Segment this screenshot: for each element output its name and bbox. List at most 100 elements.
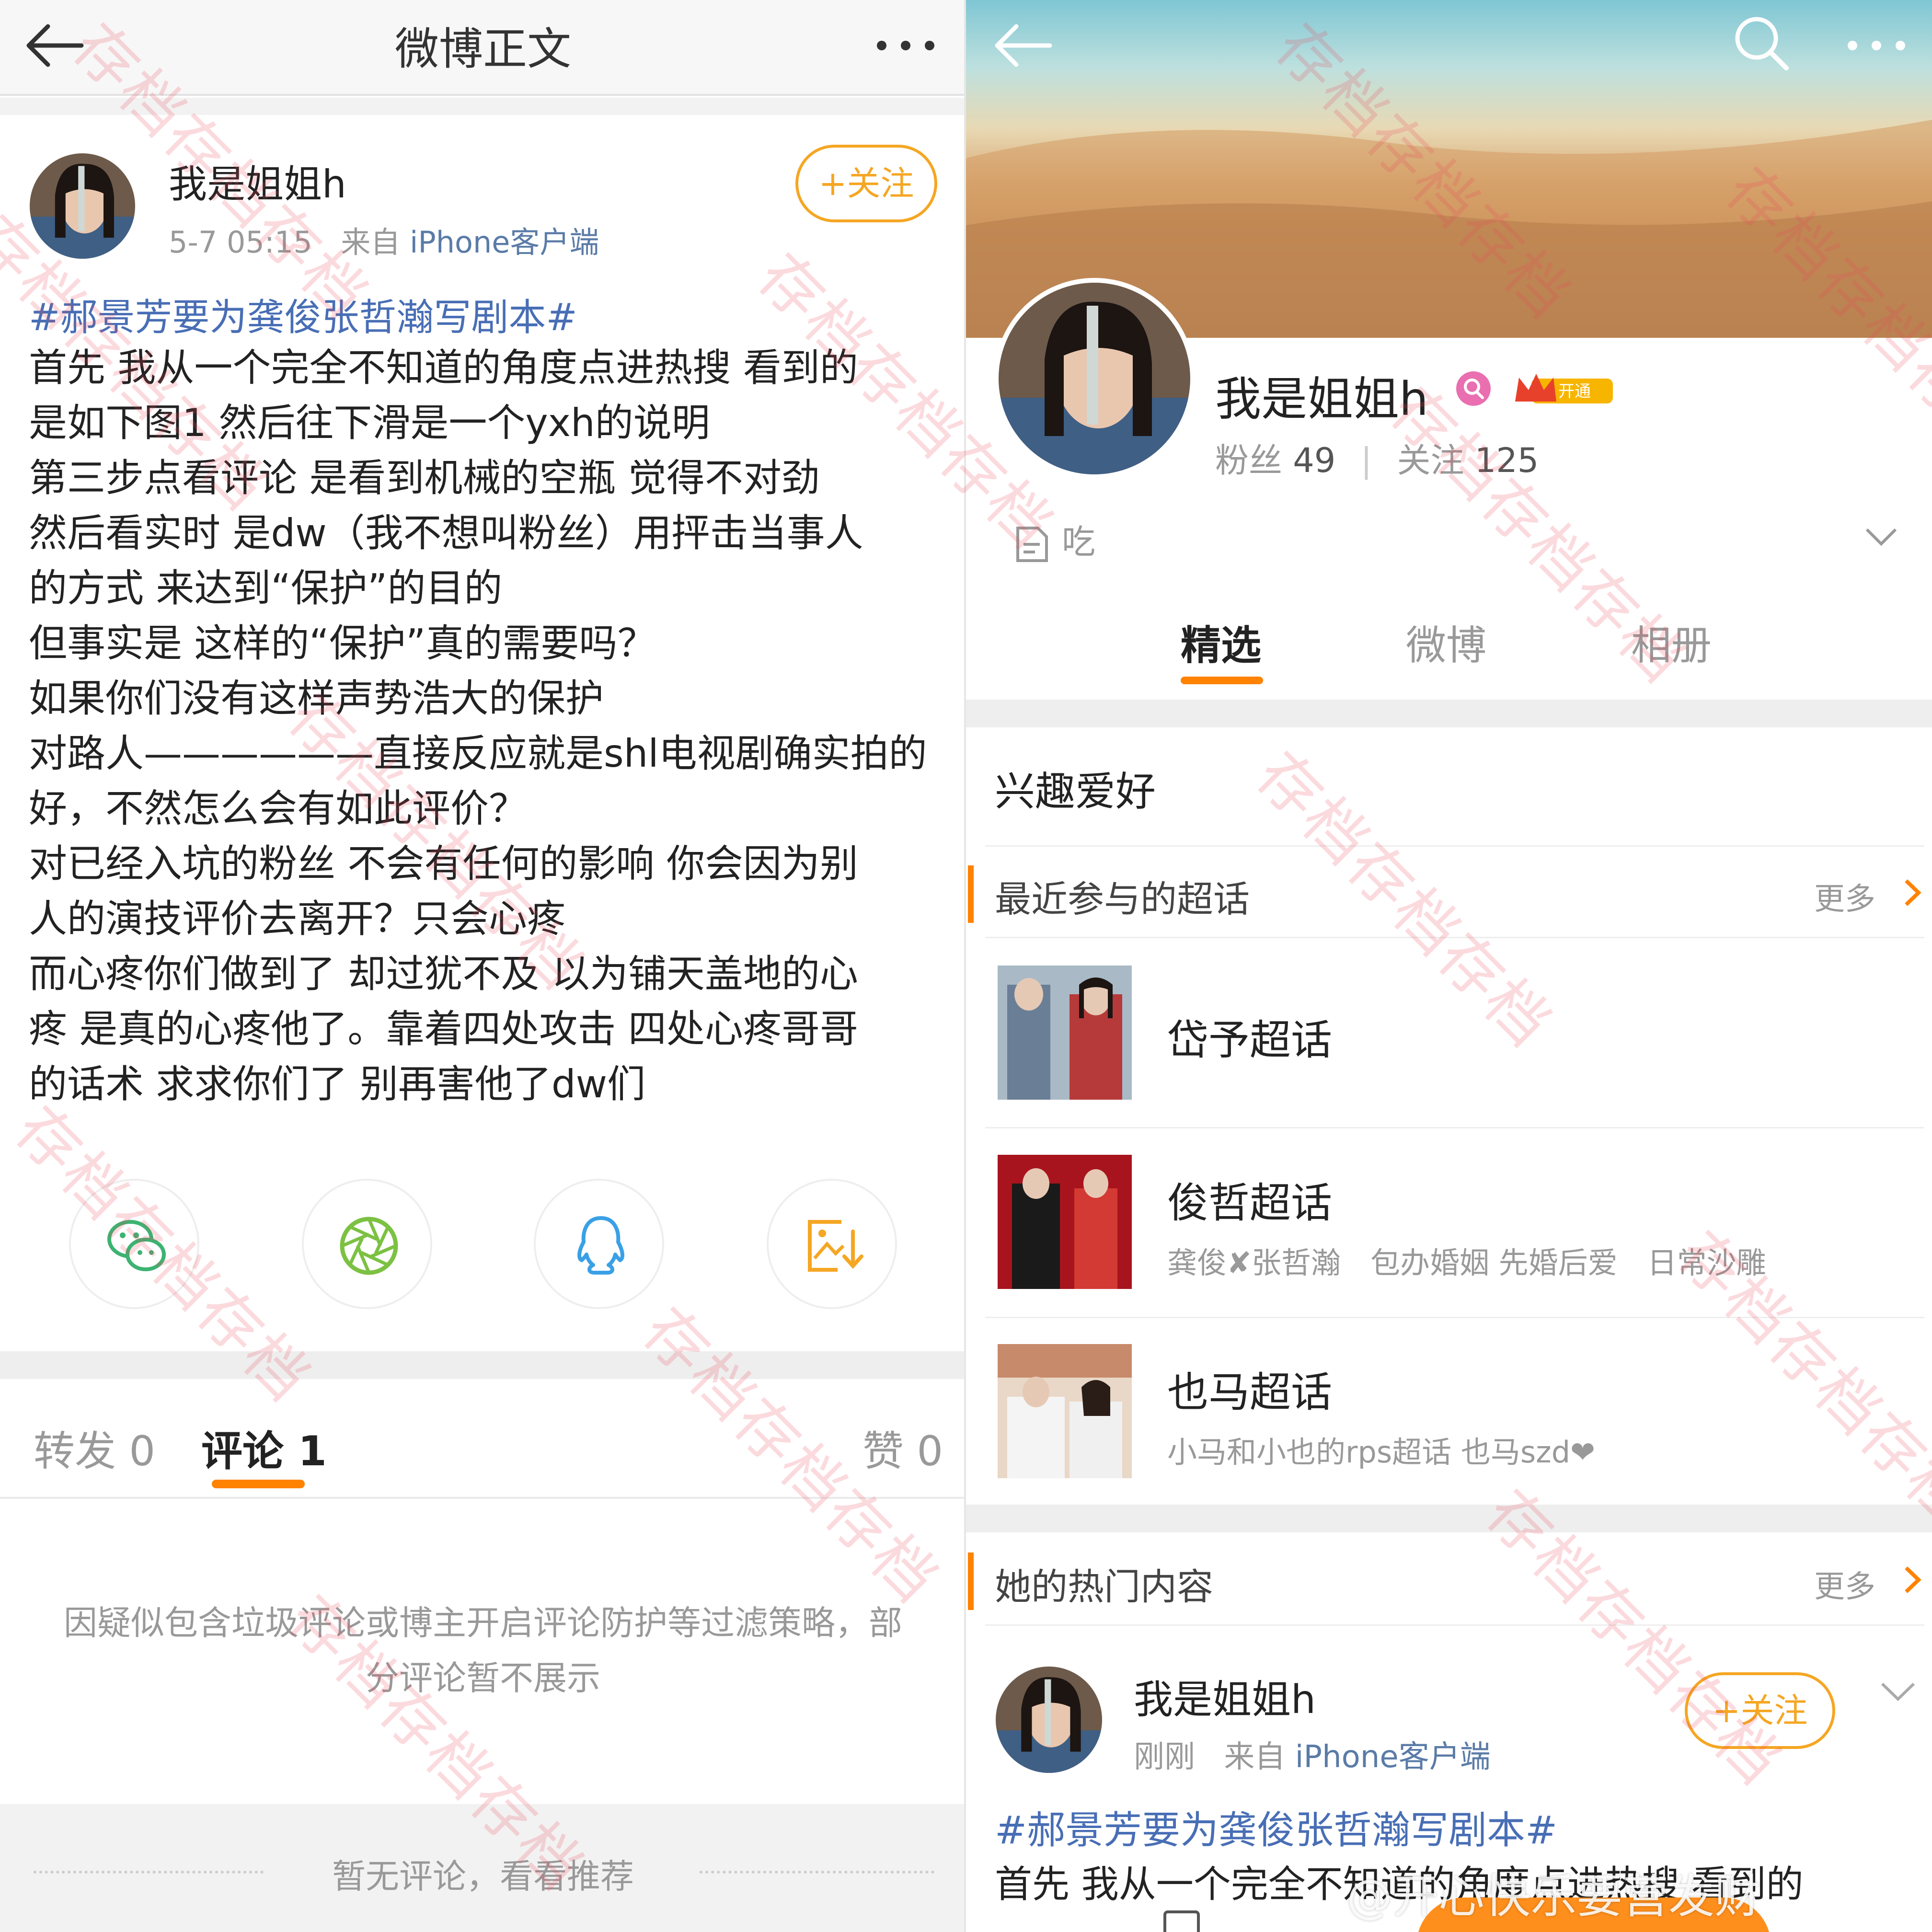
tab-reposts[interactable]: 转发 0 [34, 1417, 155, 1477]
weibo-profile-screen: 我是姐姐h 开通 粉丝 49 | 关注 125 吃 精选 微博 相册 兴趣爱好 … [966, 0, 1932, 1932]
supertopic-desc: 小马和小也的rps超话 也马szd❤ [1167, 1435, 1596, 1470]
filter-notice-line: 分评论暂不展示 [366, 1658, 600, 1698]
chevron-right-icon[interactable] [1900, 876, 1924, 909]
filter-notice: 因疑似包含垃圾评论或博主开启评论防护等过滤策略，部 分评论暂不展示 [0, 1596, 966, 1706]
divider [985, 845, 1924, 847]
hashtag-link[interactable]: #郝景芳要为龚俊张哲瀚写剧本# [995, 1799, 1557, 1855]
section-divider [0, 98, 966, 115]
follow-button[interactable]: +关注 [1685, 1672, 1835, 1749]
post-body-line: 对已经入坑的粉丝 不会有任何的影响 你会因为别 [29, 841, 858, 886]
tab-likes[interactable]: 赞 0 [862, 1417, 943, 1477]
post-body-line: 第三步点看评论 是看到机械的空瓶 觉得不对劲 [29, 456, 820, 500]
moments-icon [335, 1212, 402, 1279]
post-body-line: 而心疼你们做到了 却过犹不及 以为铺天盖地的心 [29, 952, 858, 996]
author-name[interactable]: 我是姐姐h [169, 153, 346, 209]
share-moments-button[interactable] [302, 1179, 432, 1309]
fans-label[interactable]: 粉丝 [1215, 441, 1282, 480]
post-body-line: 好，不然怎么会有如此评价？ [29, 786, 527, 831]
active-tab-indicator [1181, 677, 1263, 684]
compose-icon[interactable] [1155, 1902, 1213, 1932]
section-divider [966, 1505, 1932, 1532]
tab-featured[interactable]: 精选 [1181, 613, 1261, 671]
following-label[interactable]: 关注 [1397, 441, 1464, 480]
post-time: 5-7 05:15 [169, 225, 312, 260]
post-body-line: 疼 是真的心疼他了。靠着四处攻击 四处心疼哥哥 [29, 1007, 858, 1051]
hashtag-link[interactable]: #郝景芳要为龚俊张哲瀚写剧本# [29, 288, 577, 341]
chevron-down-icon[interactable] [1876, 1677, 1920, 1706]
profile-name: 我是姐姐h [1215, 372, 1428, 426]
chevron-down-icon[interactable] [1862, 522, 1900, 551]
supertopic-thumbnail[interactable] [998, 966, 1132, 1100]
supertopic-name[interactable]: 俊哲超话 [1167, 1169, 1332, 1229]
divider [985, 937, 1924, 938]
supertopics-title: 最近参与的超话 [995, 878, 1250, 920]
profile-tabs: 精选 微博 相册 [966, 594, 1932, 700]
wechat-icon [103, 1212, 170, 1279]
post-body-line: 如果你们没有这样声势浩大的保护 [29, 676, 604, 721]
divider [985, 1624, 1924, 1626]
post-source[interactable]: iPhone客户端 [1295, 1739, 1491, 1775]
author-name[interactable]: 我是姐姐h [1134, 1668, 1316, 1725]
supertopic-name[interactable]: 岱予超话 [1167, 1006, 1332, 1066]
supertopic-desc: 龚俊✘张哲瀚 包办婚姻 先婚后爱 日常沙雕 [1167, 1245, 1766, 1280]
share-qq-button[interactable] [534, 1179, 664, 1309]
following-count[interactable]: 125 [1475, 441, 1539, 480]
source-prefix: 来自 [341, 225, 401, 260]
vip-badge-label: 开通 [1558, 382, 1591, 401]
follow-button[interactable]: +关注 [795, 145, 937, 222]
interaction-tabs: 转发 0 评论 1 赞 0 [0, 1379, 966, 1499]
post-body-line: 人的演技评价去离开？只会心疼 [29, 897, 565, 941]
search-icon[interactable] [1728, 10, 1795, 77]
post-body-line: 的话术 求求你们了 别再害他了dw们 [29, 1062, 646, 1106]
interest-badge-icon[interactable] [1455, 370, 1492, 407]
post-source[interactable]: iPhone客户端 [410, 225, 599, 260]
stats-separator: | [1360, 441, 1372, 480]
tab-comments[interactable]: 评论 1 [201, 1417, 327, 1477]
bio-document-icon [1014, 525, 1050, 564]
divider [985, 1317, 1924, 1318]
more-options-icon[interactable] [1833, 19, 1920, 72]
save-image-button[interactable] [767, 1179, 897, 1309]
active-tab-indicator [212, 1480, 305, 1488]
profile-bio: 吃 [1014, 515, 1095, 564]
filter-notice-line: 因疑似包含垃圾评论或博主开启评论防护等过滤策略，部 [64, 1603, 902, 1643]
weibo-post-detail-screen: 微博正文 我是姐姐h 5-7 05:15 来自 iPhone客户端 +关注 #郝… [0, 0, 966, 1932]
hot-content-more-link[interactable]: 更多 [1814, 1562, 1875, 1606]
share-wechat-button[interactable] [69, 1179, 199, 1309]
more-options-icon[interactable] [862, 19, 949, 72]
avatar[interactable] [30, 153, 135, 259]
vip-crown-badge[interactable]: 开通 [1512, 368, 1615, 410]
post-body-line: 但事实是 这样的“保护”真的需要吗？ [29, 621, 656, 666]
avatar[interactable] [996, 1667, 1102, 1773]
tab-album[interactable]: 相册 [1631, 613, 1712, 671]
post-body-line: 首先 我从一个完全不知道的角度点进热搜 看到的 [29, 345, 858, 390]
profile-avatar[interactable] [994, 278, 1195, 479]
supertopic-thumbnail[interactable] [998, 1344, 1132, 1478]
post-meta: 5-7 05:15 来自 iPhone客户端 [169, 218, 599, 261]
tab-weibo[interactable]: 微博 [1406, 613, 1486, 671]
supertopic-name[interactable]: 也马超话 [1167, 1358, 1332, 1418]
fans-count[interactable]: 49 [1293, 441, 1335, 480]
supertopics-more-link[interactable]: 更多 [1814, 874, 1875, 919]
post-body-line: 是如下图1 然后往下滑是一个yxh的说明 [29, 401, 710, 445]
post-body-line: 的方式 来达到“保护”的目的 [29, 566, 503, 610]
save-image-icon [800, 1212, 867, 1279]
post-body-line: 对路人——————直接反应就是shl电视剧确实拍的 [29, 731, 927, 776]
qq-icon [567, 1212, 634, 1279]
section-divider [966, 700, 1932, 727]
divider [985, 1127, 1924, 1128]
source-prefix: 来自 [1224, 1739, 1286, 1775]
post-body: 首先 我从一个完全不知道的角度点进热搜 看到的 是如下图1 然后往下滑是一个yx… [29, 340, 939, 1112]
supertopic-thumbnail[interactable] [998, 1155, 1132, 1289]
back-arrow-icon[interactable] [988, 14, 1059, 77]
post-body-line: 然后看实时 是dw（我不想叫粉丝）用抨击当事人 [29, 511, 863, 555]
section-divider [0, 1351, 966, 1379]
image-credit: @开心快乐要营发财 [1346, 1870, 1760, 1923]
no-comments-recommend-link[interactable]: 暂无评论，看看推荐 [0, 1850, 966, 1898]
page-title: 微博正文 [394, 23, 571, 75]
hobby-title: 兴趣爱好 [995, 768, 1156, 815]
hot-content-title: 她的热门内容 [995, 1565, 1213, 1608]
chevron-right-icon[interactable] [1900, 1563, 1924, 1597]
post-meta: 刚刚 来自 iPhone客户端 [1134, 1732, 1491, 1776]
bio-text: 吃 [1062, 522, 1095, 562]
